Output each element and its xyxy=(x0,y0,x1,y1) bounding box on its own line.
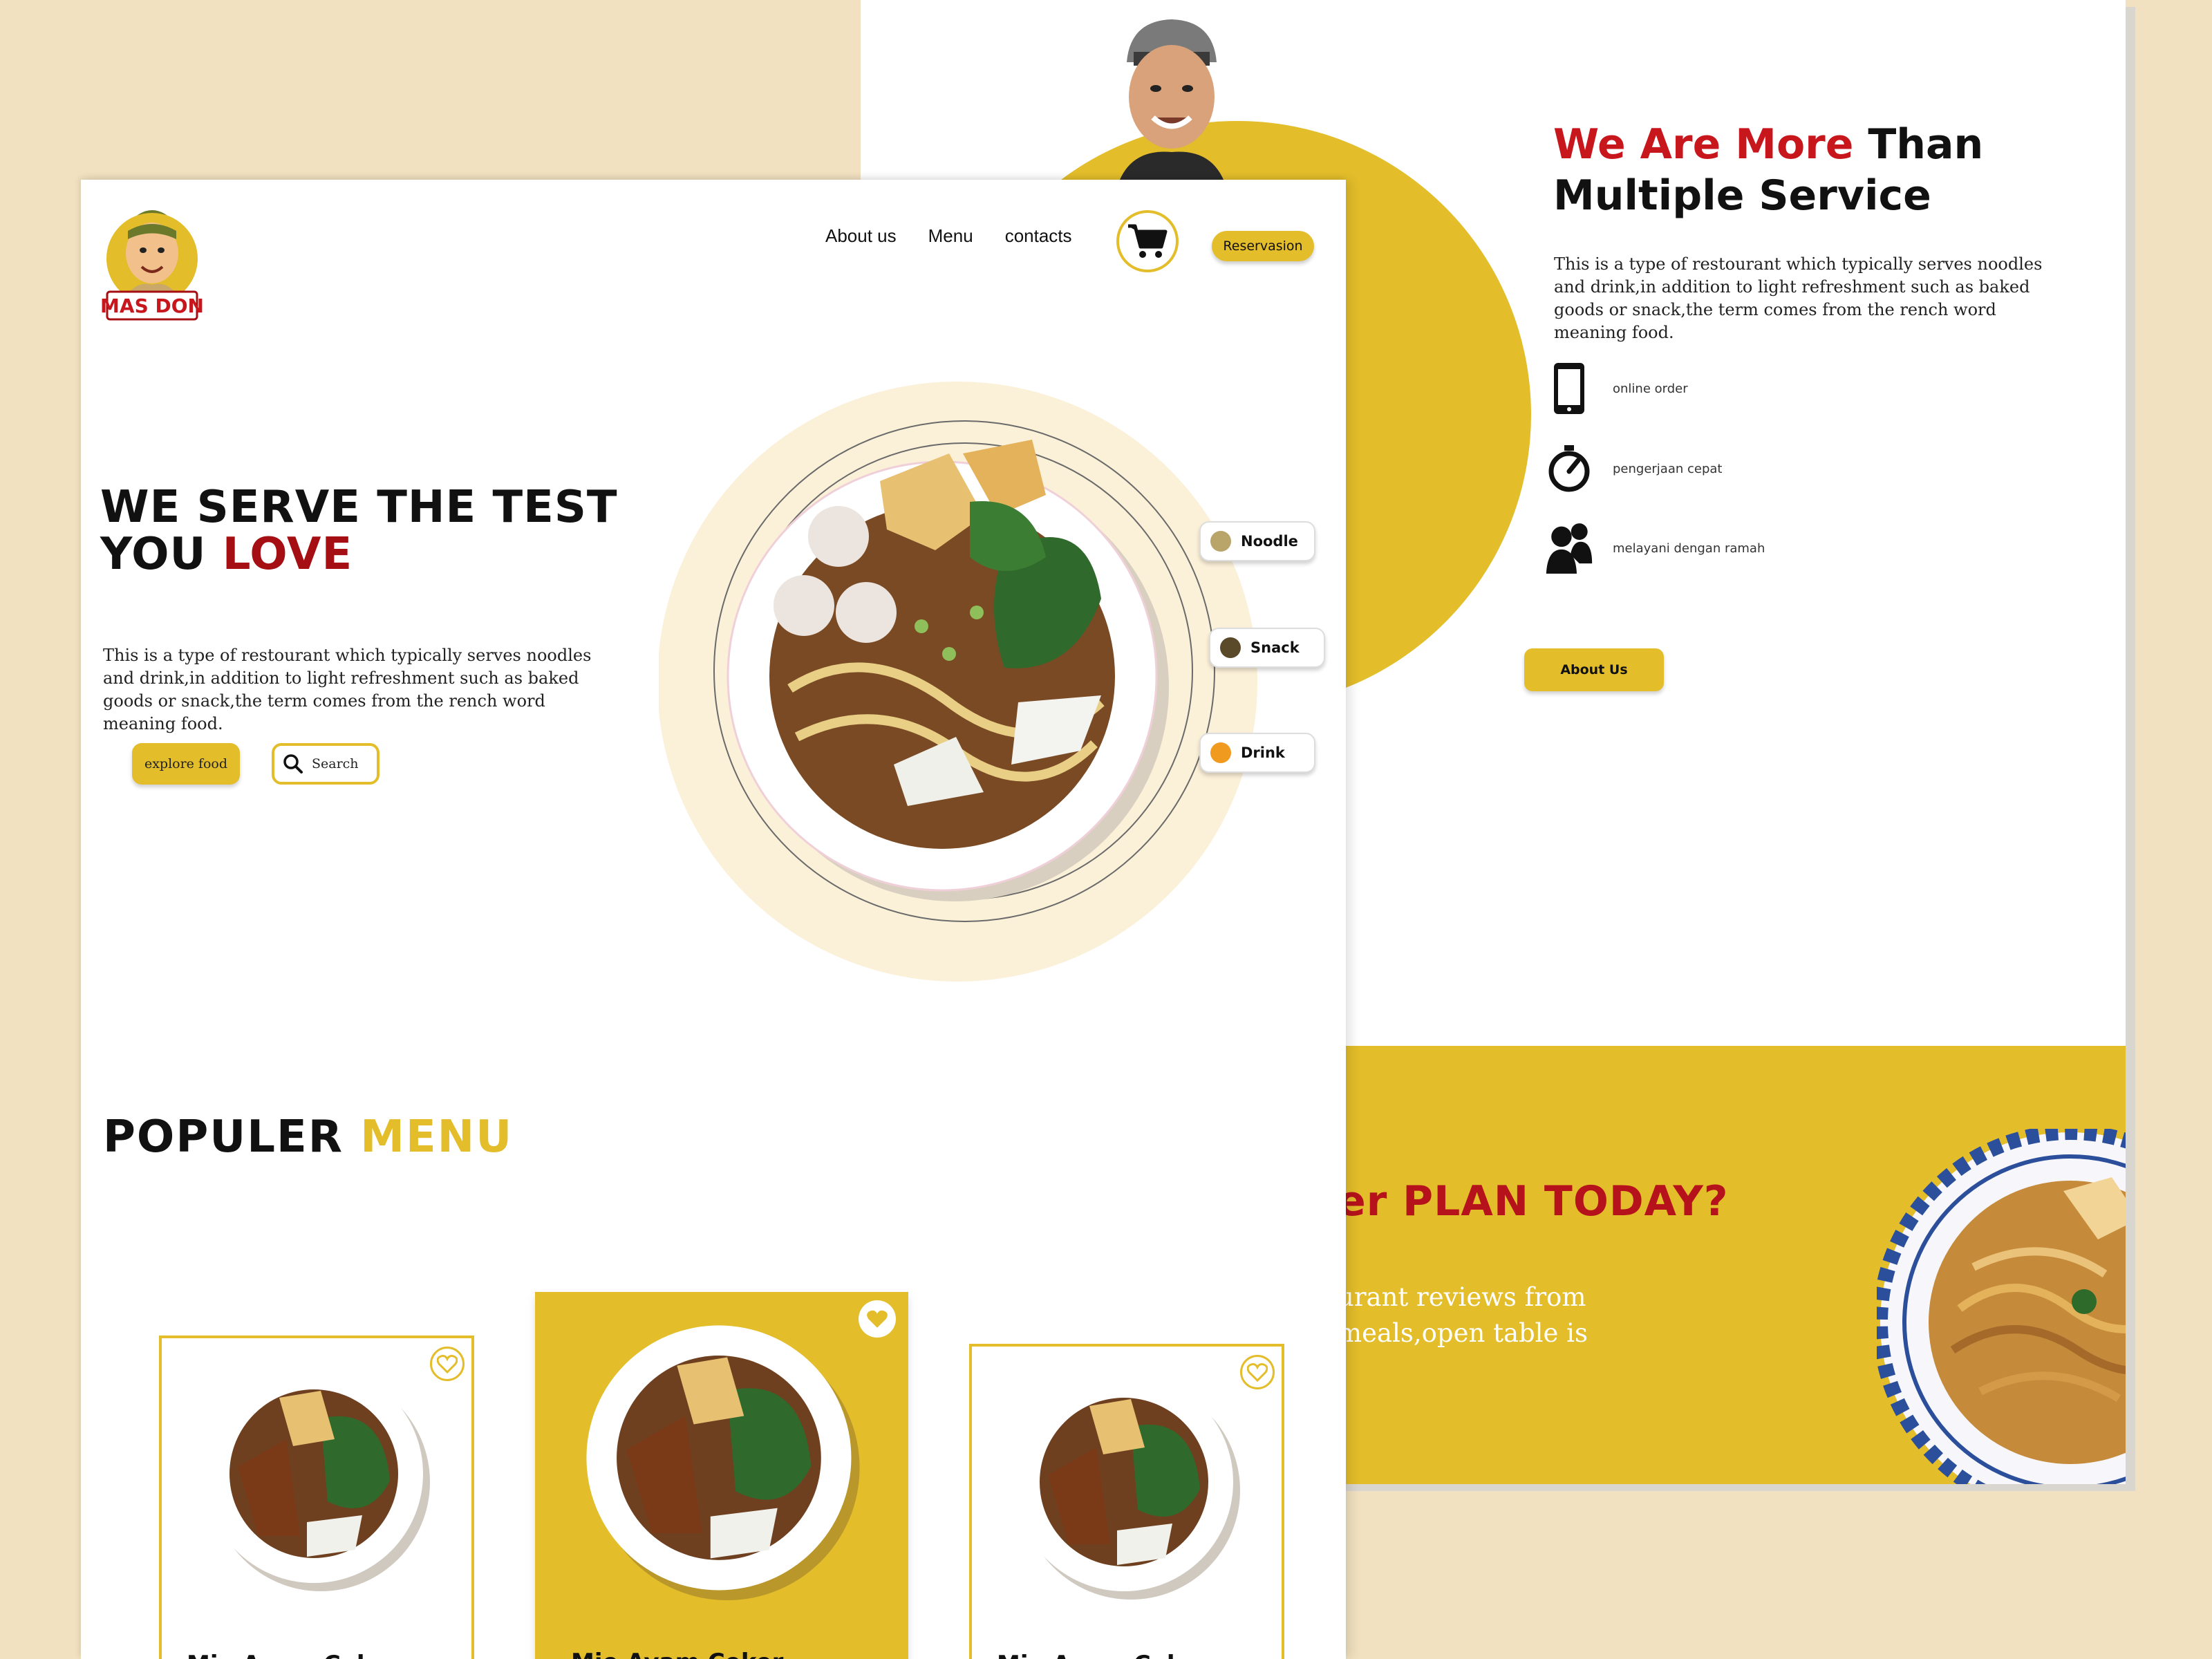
heart-icon xyxy=(437,1355,458,1374)
cart-button[interactable] xyxy=(1116,210,1179,272)
menu-card-name: Mie Ayam Ceker xyxy=(571,1649,783,1659)
logo-text: MAS DON xyxy=(100,294,204,317)
menu-card[interactable]: Mie Ayam Ceker xyxy=(159,1335,474,1659)
category-drink[interactable]: Drink xyxy=(1199,733,1315,773)
food-image xyxy=(205,1365,430,1591)
search-input[interactable] xyxy=(312,756,374,771)
menu-card-name: Mie Ayam Ceker xyxy=(187,1651,399,1659)
phone-icon xyxy=(1545,361,1593,416)
feature-label: melayani dengan ramah xyxy=(1613,541,1765,556)
feature-label: pengerjaan cepat xyxy=(1613,461,1723,476)
about-description: This is a type of restourant which typic… xyxy=(1554,254,2043,342)
popular-menu-title: POPULER MENU xyxy=(103,1112,514,1163)
reservation-button[interactable]: Reservasion xyxy=(1212,231,1314,261)
people-icon xyxy=(1545,521,1593,576)
favorite-button[interactable] xyxy=(1240,1355,1275,1389)
feature-friendly-service: melayani dengan ramah xyxy=(1545,521,1765,576)
hero-title: WE SERVE THE TEST YOU LOVE xyxy=(100,482,618,580)
search-icon xyxy=(283,754,303,774)
feature-online-order: online order xyxy=(1545,361,1688,416)
nav-about-us[interactable]: About us xyxy=(825,225,897,247)
home-page: MAS DON About us Menu contacts Reservasi… xyxy=(81,180,1346,1659)
category-snack[interactable]: Snack xyxy=(1209,628,1325,668)
about-title: We Are More Than Multiple Service xyxy=(1553,120,1984,220)
snack-icon xyxy=(1220,637,1241,658)
favorite-button[interactable] xyxy=(430,1347,465,1381)
banner-text: urant reviews from meals,open table is xyxy=(1338,1282,1588,1348)
search-box[interactable] xyxy=(272,743,379,785)
menu-card[interactable]: Mie Ayam Ceker xyxy=(969,1344,1284,1659)
feature-label: online order xyxy=(1613,381,1688,396)
banner-title: er PLAN TODAY? xyxy=(1338,1177,1729,1226)
hero-food-image xyxy=(659,382,1257,982)
food-image xyxy=(586,1325,860,1600)
drink-icon xyxy=(1210,742,1231,763)
feature-fast-service: pengerjaan cepat xyxy=(1545,441,1722,496)
nav-contacts[interactable]: contacts xyxy=(1005,225,1072,247)
timer-icon xyxy=(1545,441,1593,496)
heart-icon xyxy=(1247,1363,1268,1382)
hero-description: This is a type of restourant which typic… xyxy=(103,646,592,733)
chef-photo xyxy=(1120,19,1224,180)
noodle-icon xyxy=(1210,531,1231,552)
cart-icon xyxy=(1128,224,1168,258)
favorite-button[interactable] xyxy=(859,1300,896,1338)
category-noodle[interactable]: Noodle xyxy=(1199,521,1315,561)
explore-food-button[interactable]: explore food xyxy=(132,743,240,785)
brand-logo[interactable]: MAS DON xyxy=(100,189,204,328)
main-nav: About us Menu contacts xyxy=(825,225,1072,247)
menu-card-name: Mie Ayam Ceker xyxy=(997,1651,1209,1659)
nav-menu[interactable]: Menu xyxy=(928,225,973,247)
menu-card-featured[interactable]: Mie Ayam Ceker xyxy=(535,1292,908,1659)
food-image xyxy=(1015,1373,1240,1600)
heart-icon xyxy=(867,1310,888,1328)
about-us-button[interactable]: About Us xyxy=(1524,648,1664,691)
banner-food-image xyxy=(1877,1129,2126,1484)
